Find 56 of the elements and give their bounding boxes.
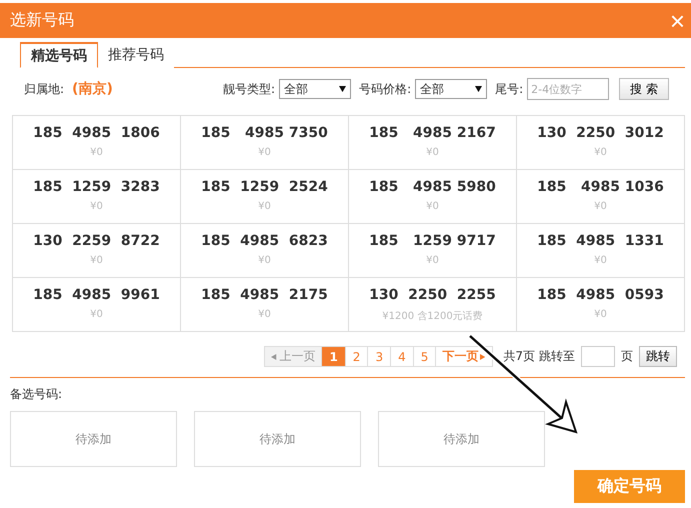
number-price: ¥0 [594, 147, 607, 158]
number-price: ¥0 [594, 201, 607, 212]
location-label: 归属地: [24, 80, 64, 98]
number-price: ¥0 [426, 201, 439, 212]
tail-field[interactable]: 2-4位数字 [527, 78, 610, 100]
page-field[interactable] [581, 346, 615, 367]
type-label: 靓号类型: [223, 80, 276, 98]
price-select[interactable]: 全部 [415, 79, 488, 99]
number-price: ¥0 [258, 201, 271, 212]
tail-label: 尾号: [495, 80, 524, 98]
dropdown-caret-icon [339, 86, 346, 92]
number-price: ¥0 [90, 147, 103, 158]
phone-number[interactable]: 185 4985 5980 [369, 179, 496, 195]
phone-number[interactable]: 185 4985 2175 [201, 287, 328, 303]
phone-number[interactable]: 185 1259 3283 [33, 179, 160, 195]
phone-number[interactable]: 185 4985 7350 [201, 125, 328, 141]
number-price: ¥0 [90, 201, 103, 212]
number-price: ¥0 [426, 255, 439, 266]
phone-number[interactable]: 185 4985 9961 [33, 287, 160, 303]
section-label: 备选号码: [10, 386, 64, 403]
number-price: ¥1200 含1200元话费 [382, 310, 483, 323]
phone-number[interactable]: 185 4985 0593 [537, 287, 664, 303]
number-price: ¥0 [258, 309, 271, 320]
phone-number[interactable]: 130 2250 2255 [369, 287, 496, 303]
number-price: ¥0 [426, 147, 439, 158]
left-triangle-icon [271, 354, 278, 360]
phone-number[interactable]: 185 4985 1331 [537, 233, 664, 249]
location-value: (南京) [72, 80, 113, 98]
dialog-title: 选新号码 [10, 10, 74, 31]
number-price: ¥0 [594, 309, 607, 320]
page-total: 共7页 [503, 348, 535, 365]
phone-number[interactable]: 185 1259 2524 [201, 179, 328, 195]
type-select[interactable]: 全部 [279, 79, 352, 99]
number-slot: 待添加 [378, 411, 545, 467]
phone-number[interactable]: 185 4985 1806 [33, 125, 160, 141]
number-price: ¥0 [90, 309, 103, 320]
number-slot: 待添加 [194, 411, 361, 467]
dropdown-caret-icon [475, 86, 482, 92]
phone-number[interactable]: 185 4985 6823 [201, 233, 328, 249]
jump-button[interactable]: 跳转 [639, 346, 677, 367]
search-button[interactable]: 搜 索 [619, 78, 669, 100]
price-label: 号码价格: [359, 80, 412, 98]
page-unit: 页 [621, 348, 633, 365]
number-price: ¥0 [594, 255, 607, 266]
phone-number[interactable]: 185 1259 9717 [369, 233, 496, 249]
number-slot: 待添加 [10, 411, 177, 467]
number-price: ¥0 [258, 255, 271, 266]
right-triangle-icon [480, 354, 486, 360]
number-price: ¥0 [90, 255, 103, 266]
phone-number[interactable]: 130 2250 3012 [537, 125, 664, 141]
tab[interactable]: 精选号码 [20, 42, 98, 68]
phone-number[interactable]: 185 4985 2167 [369, 125, 496, 141]
number-price: ¥0 [258, 147, 271, 158]
phone-number[interactable]: 130 2259 8722 [33, 233, 160, 249]
phone-number[interactable]: 185 4985 1036 [537, 179, 664, 195]
jump-label: 跳转至 [539, 348, 575, 365]
